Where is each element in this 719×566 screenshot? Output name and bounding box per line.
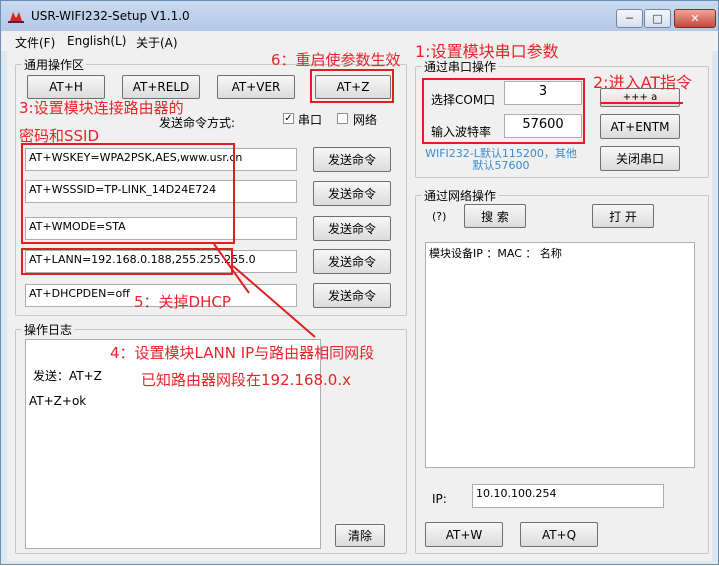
annotation-step-5: 5：关掉DHCP [134,293,231,311]
annotation-step-2: 2:进入AT指令 [593,73,693,92]
annotation-line-lann [232,265,316,338]
annotation-step-4: 4：设置模块LANN IP与路由器相同网段 [110,344,375,362]
annotation-line-dhcp [213,243,250,294]
annotation-step-3-cont: 密码和SSID [19,127,100,145]
annotation-step-4-note: 已知路由器网段在192.168.0.x [141,371,351,389]
annotation-step-3: 3:设置模块连接路由器的 [19,99,184,117]
annotation-step-6: 6：重启使参数生效 [271,51,401,69]
app-window: USR-WIFI232-Setup V1.1.0 ─ □ ✕ 文件(F) Eng… [0,0,719,565]
annotation-step-1: 1:设置模块串口参数 [415,42,559,61]
